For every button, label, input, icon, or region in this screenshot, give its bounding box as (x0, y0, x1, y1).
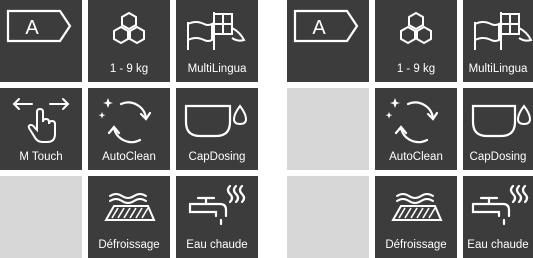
empty-tile (287, 88, 369, 170)
eau-chaude-tile: Eau chaude (463, 176, 533, 258)
autoclean-tile: AutoClean (88, 88, 170, 170)
multilingua-label: MultiLingua (468, 63, 528, 75)
energy-class-arrow-icon: A (293, 9, 359, 43)
mtouch-label: M Touch (19, 151, 63, 163)
autoclean-tile: AutoClean (375, 88, 457, 170)
defroissage-label: Défroissage (385, 239, 447, 251)
mtouch-tile: M Touch (0, 88, 82, 170)
capacity-tile: 1 - 9 kg (88, 0, 170, 82)
multilingua-tile: MultiLingua (176, 0, 258, 82)
defroissage-tile: Défroissage (88, 176, 170, 258)
autoclean-label: AutoClean (102, 151, 156, 163)
energy-class-letter: A (312, 17, 326, 39)
eau-chaude-label: Eau chaude (186, 239, 248, 251)
capdosing-label: CapDosing (188, 151, 246, 163)
capdosing-tile: CapDosing (176, 88, 258, 170)
multilingua-label: MultiLingua (187, 63, 247, 75)
autoclean-label: AutoClean (389, 151, 443, 163)
capacity-tile: 1 - 9 kg (375, 0, 457, 82)
energy-class-tile: A (287, 0, 369, 82)
energy-class-tile: A (0, 0, 82, 82)
eau-chaude-label: Eau chaude (467, 239, 529, 251)
capdosing-label: CapDosing (469, 151, 527, 163)
capacity-label: 1 - 9 kg (396, 63, 436, 75)
eau-chaude-tile: Eau chaude (176, 176, 258, 258)
empty-tile (287, 176, 369, 258)
empty-tile (0, 176, 82, 258)
multilingua-tile: MultiLingua (463, 0, 533, 82)
energy-class-arrow-icon: A (6, 9, 72, 43)
energy-class-letter: A (25, 17, 39, 39)
capdosing-tile: CapDosing (463, 88, 533, 170)
defroissage-tile: Défroissage (375, 176, 457, 258)
capacity-label: 1 - 9 kg (109, 63, 149, 75)
defroissage-label: Défroissage (98, 239, 160, 251)
